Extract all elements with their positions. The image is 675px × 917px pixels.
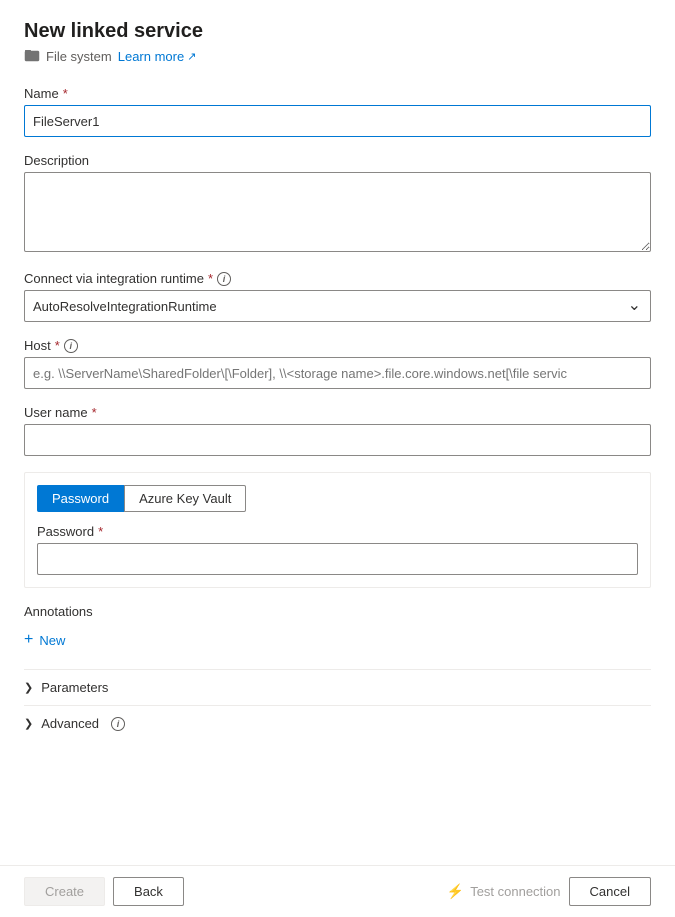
password-tab[interactable]: Password: [37, 485, 124, 512]
password-tab-row: Password Azure Key Vault: [37, 485, 638, 512]
footer-bar: Create Back ⚡ Test connection Cancel: [0, 865, 675, 917]
external-link-icon: ↗: [187, 50, 196, 63]
parameters-label: Parameters: [41, 680, 108, 695]
description-input[interactable]: [24, 172, 651, 252]
description-label: Description: [24, 153, 651, 168]
runtime-select[interactable]: AutoResolveIntegrationRuntime: [24, 290, 651, 322]
subtitle-text: File system: [46, 49, 112, 64]
connect-runtime-label: Connect via integration runtime * i: [24, 271, 651, 286]
runtime-required-star: *: [208, 271, 213, 286]
runtime-info-icon: i: [217, 272, 231, 286]
host-label: Host * i: [24, 338, 651, 353]
footer-right: ⚡ Test connection Cancel: [447, 877, 651, 906]
password-field-group: Password *: [37, 524, 638, 575]
password-section: Password Azure Key Vault Password *: [24, 472, 651, 588]
username-label: User name *: [24, 405, 651, 420]
create-button[interactable]: Create: [24, 877, 105, 906]
learn-more-text: Learn more: [118, 49, 184, 64]
runtime-select-wrapper: AutoResolveIntegrationRuntime: [24, 290, 651, 322]
description-field-group: Description: [24, 153, 651, 255]
azure-key-vault-tab[interactable]: Azure Key Vault: [124, 485, 246, 512]
password-input[interactable]: [37, 543, 638, 575]
name-input[interactable]: [24, 105, 651, 137]
back-button[interactable]: Back: [113, 877, 184, 906]
connect-runtime-field-group: Connect via integration runtime * i Auto…: [24, 271, 651, 322]
name-required-star: *: [63, 86, 68, 101]
advanced-collapsible[interactable]: ❯ Advanced i: [24, 705, 651, 741]
parameters-collapsible[interactable]: ❯ Parameters: [24, 669, 651, 705]
file-system-icon: [24, 47, 40, 66]
test-connection-button[interactable]: ⚡ Test connection: [447, 883, 561, 900]
name-field-group: Name *: [24, 86, 651, 137]
host-required-star: *: [55, 338, 60, 353]
test-conn-plug-icon: ⚡: [447, 883, 464, 900]
username-input[interactable]: [24, 424, 651, 456]
add-new-annotation-button[interactable]: + New: [24, 627, 65, 653]
annotations-section: Annotations + New: [24, 604, 651, 653]
cancel-button[interactable]: Cancel: [569, 877, 651, 906]
page-title: New linked service: [24, 20, 651, 43]
password-required-star: *: [98, 524, 103, 539]
test-connection-label: Test connection: [470, 884, 560, 899]
username-field-group: User name *: [24, 405, 651, 456]
advanced-label: Advanced: [41, 716, 99, 731]
annotations-label: Annotations: [24, 604, 651, 619]
plus-icon: +: [24, 631, 33, 649]
parameters-chevron-icon: ❯: [24, 681, 33, 694]
footer-left: Create Back: [24, 877, 184, 906]
host-input[interactable]: [24, 357, 651, 389]
advanced-info-icon: i: [111, 717, 125, 731]
advanced-chevron-icon: ❯: [24, 717, 33, 730]
learn-more-link[interactable]: Learn more ↗: [118, 49, 197, 64]
host-field-group: Host * i: [24, 338, 651, 389]
name-label: Name *: [24, 86, 651, 101]
username-required-star: *: [92, 405, 97, 420]
password-label: Password *: [37, 524, 638, 539]
host-info-icon: i: [64, 339, 78, 353]
new-button-label: New: [39, 633, 65, 648]
